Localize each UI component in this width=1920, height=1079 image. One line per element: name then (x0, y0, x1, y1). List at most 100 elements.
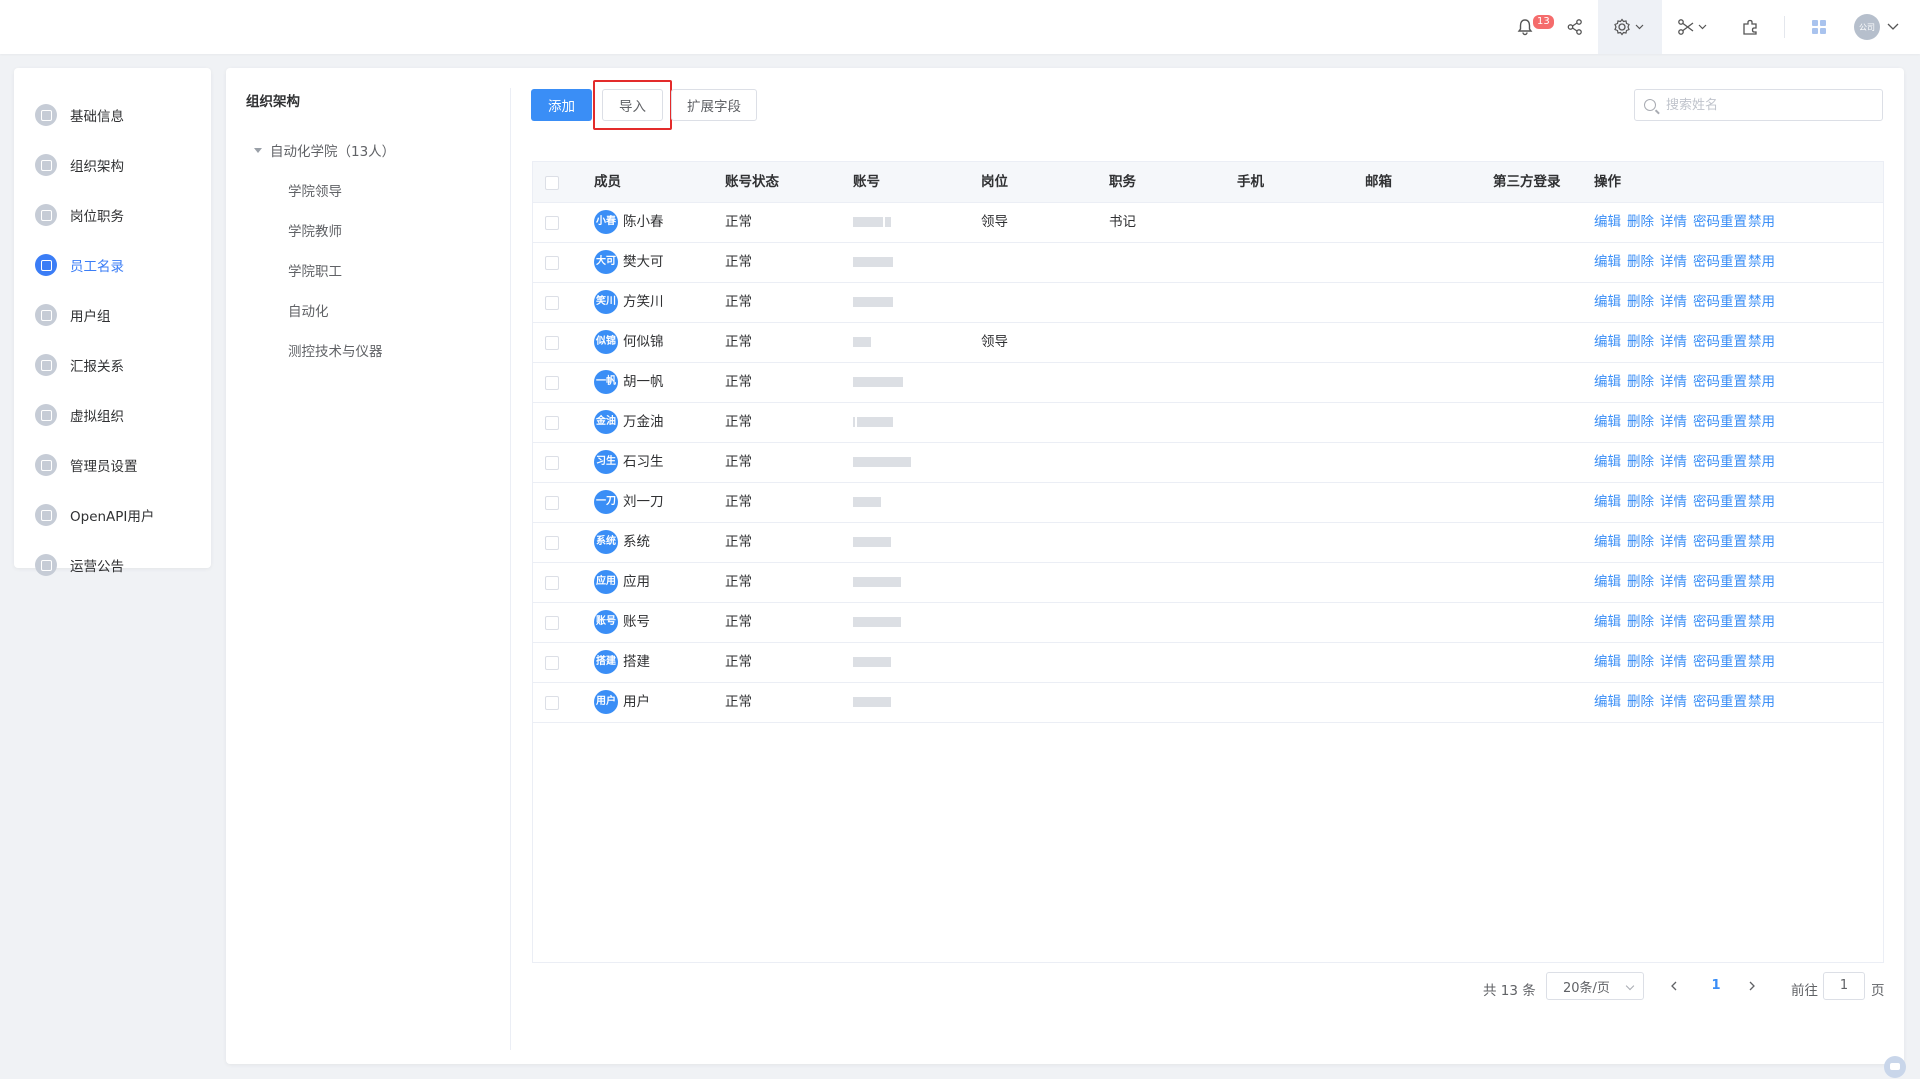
sidebar-item-basic-info[interactable]: 基础信息 (14, 95, 211, 135)
row-checkbox[interactable] (545, 616, 559, 630)
notification-bell-icon[interactable]: 13 (1510, 0, 1555, 54)
sidebar-item-user-groups[interactable]: 用户组 (14, 295, 211, 335)
edit-link[interactable]: 编辑 (1594, 202, 1621, 242)
search-input[interactable] (1664, 96, 1868, 114)
sidebar-item-positions[interactable]: 岗位职务 (14, 195, 211, 235)
reset-password-link[interactable]: 密码重置 (1693, 322, 1747, 362)
user-avatar-menu[interactable]: 公司 (1852, 0, 1902, 54)
reset-password-link[interactable]: 密码重置 (1693, 482, 1747, 522)
disable-link[interactable]: 禁用 (1748, 202, 1775, 242)
row-checkbox[interactable] (545, 256, 559, 270)
reset-password-link[interactable]: 密码重置 (1693, 562, 1747, 602)
reset-password-link[interactable]: 密码重置 (1693, 522, 1747, 562)
row-checkbox[interactable] (545, 296, 559, 310)
details-link[interactable]: 详情 (1660, 322, 1687, 362)
disable-link[interactable]: 禁用 (1748, 322, 1775, 362)
org-tree-root[interactable]: 自动化学院（13人） (254, 140, 395, 160)
page-number-current[interactable]: 1 (1704, 972, 1728, 1000)
plugin-icon[interactable] (1735, 0, 1765, 54)
details-link[interactable]: 详情 (1660, 202, 1687, 242)
delete-link[interactable]: 删除 (1627, 202, 1654, 242)
edit-link[interactable]: 编辑 (1594, 682, 1621, 722)
details-link[interactable]: 详情 (1660, 442, 1687, 482)
row-checkbox[interactable] (545, 416, 559, 430)
reset-password-link[interactable]: 密码重置 (1693, 442, 1747, 482)
disable-link[interactable]: 禁用 (1748, 282, 1775, 322)
reset-password-link[interactable]: 密码重置 (1693, 362, 1747, 402)
sidebar-item-employee-directory[interactable]: 员工名录 (14, 245, 211, 285)
edit-link[interactable]: 编辑 (1594, 442, 1621, 482)
edit-link[interactable]: 编辑 (1594, 522, 1621, 562)
delete-link[interactable]: 删除 (1627, 602, 1654, 642)
delete-link[interactable]: 删除 (1627, 482, 1654, 522)
page-size-select[interactable]: 20条/页 (1546, 972, 1644, 1000)
select-all-checkbox[interactable] (545, 176, 559, 190)
details-link[interactable]: 详情 (1660, 402, 1687, 442)
sidebar-item-admin-settings[interactable]: 管理员设置 (14, 445, 211, 485)
org-tree-node[interactable]: 学院职工 (288, 260, 342, 280)
details-link[interactable]: 详情 (1660, 602, 1687, 642)
delete-link[interactable]: 删除 (1627, 522, 1654, 562)
delete-link[interactable]: 删除 (1627, 362, 1654, 402)
reset-password-link[interactable]: 密码重置 (1693, 602, 1747, 642)
edit-link[interactable]: 编辑 (1594, 282, 1621, 322)
row-checkbox[interactable] (545, 216, 559, 230)
row-checkbox[interactable] (545, 376, 559, 390)
disable-link[interactable]: 禁用 (1748, 642, 1775, 682)
edit-link[interactable]: 编辑 (1594, 642, 1621, 682)
edit-link[interactable]: 编辑 (1594, 562, 1621, 602)
goto-page-input[interactable]: 1 (1823, 972, 1865, 1000)
disable-link[interactable]: 禁用 (1748, 682, 1775, 722)
reset-password-link[interactable]: 密码重置 (1693, 402, 1747, 442)
tools-menu[interactable] (1672, 0, 1716, 54)
row-checkbox[interactable] (545, 576, 559, 590)
delete-link[interactable]: 删除 (1627, 442, 1654, 482)
delete-link[interactable]: 删除 (1627, 402, 1654, 442)
row-checkbox[interactable] (545, 456, 559, 470)
disable-link[interactable]: 禁用 (1748, 442, 1775, 482)
settings-gear-menu[interactable] (1598, 0, 1662, 54)
row-checkbox[interactable] (545, 696, 559, 710)
reset-password-link[interactable]: 密码重置 (1693, 682, 1747, 722)
edit-link[interactable]: 编辑 (1594, 602, 1621, 642)
details-link[interactable]: 详情 (1660, 562, 1687, 602)
disable-link[interactable]: 禁用 (1748, 362, 1775, 402)
details-link[interactable]: 详情 (1660, 642, 1687, 682)
floating-help-button[interactable] (1884, 1056, 1906, 1078)
sidebar-item-org-structure[interactable]: 组织架构 (14, 145, 211, 185)
prev-page-button[interactable] (1664, 972, 1684, 1000)
extend-fields-button[interactable]: 扩展字段 (671, 89, 757, 121)
next-page-button[interactable] (1742, 972, 1762, 1000)
details-link[interactable]: 详情 (1660, 242, 1687, 282)
org-tree-node[interactable]: 学院领导 (288, 180, 342, 200)
delete-link[interactable]: 删除 (1627, 682, 1654, 722)
disable-link[interactable]: 禁用 (1748, 562, 1775, 602)
sidebar-item-reporting[interactable]: 汇报关系 (14, 345, 211, 385)
edit-link[interactable]: 编辑 (1594, 322, 1621, 362)
row-checkbox[interactable] (545, 536, 559, 550)
app-grid-icon[interactable] (1804, 0, 1834, 54)
delete-link[interactable]: 删除 (1627, 562, 1654, 602)
disable-link[interactable]: 禁用 (1748, 482, 1775, 522)
row-checkbox[interactable] (545, 656, 559, 670)
reset-password-link[interactable]: 密码重置 (1693, 282, 1747, 322)
details-link[interactable]: 详情 (1660, 282, 1687, 322)
share-icon[interactable] (1560, 0, 1590, 54)
details-link[interactable]: 详情 (1660, 362, 1687, 402)
edit-link[interactable]: 编辑 (1594, 402, 1621, 442)
edit-link[interactable]: 编辑 (1594, 362, 1621, 402)
delete-link[interactable]: 删除 (1627, 242, 1654, 282)
reset-password-link[interactable]: 密码重置 (1693, 202, 1747, 242)
disable-link[interactable]: 禁用 (1748, 522, 1775, 562)
caret-down-icon[interactable] (254, 147, 262, 153)
org-tree-node[interactable]: 学院教师 (288, 220, 342, 240)
sidebar-item-announcements[interactable]: 运营公告 (14, 545, 211, 585)
row-checkbox[interactable] (545, 496, 559, 510)
delete-link[interactable]: 删除 (1627, 322, 1654, 362)
disable-link[interactable]: 禁用 (1748, 602, 1775, 642)
details-link[interactable]: 详情 (1660, 522, 1687, 562)
org-tree-node[interactable]: 测控技术与仪器 (288, 340, 383, 360)
sidebar-item-virtual-org[interactable]: 虚拟组织 (14, 395, 211, 435)
disable-link[interactable]: 禁用 (1748, 242, 1775, 282)
sidebar-item-openapi-users[interactable]: OpenAPI用户 (14, 495, 211, 535)
